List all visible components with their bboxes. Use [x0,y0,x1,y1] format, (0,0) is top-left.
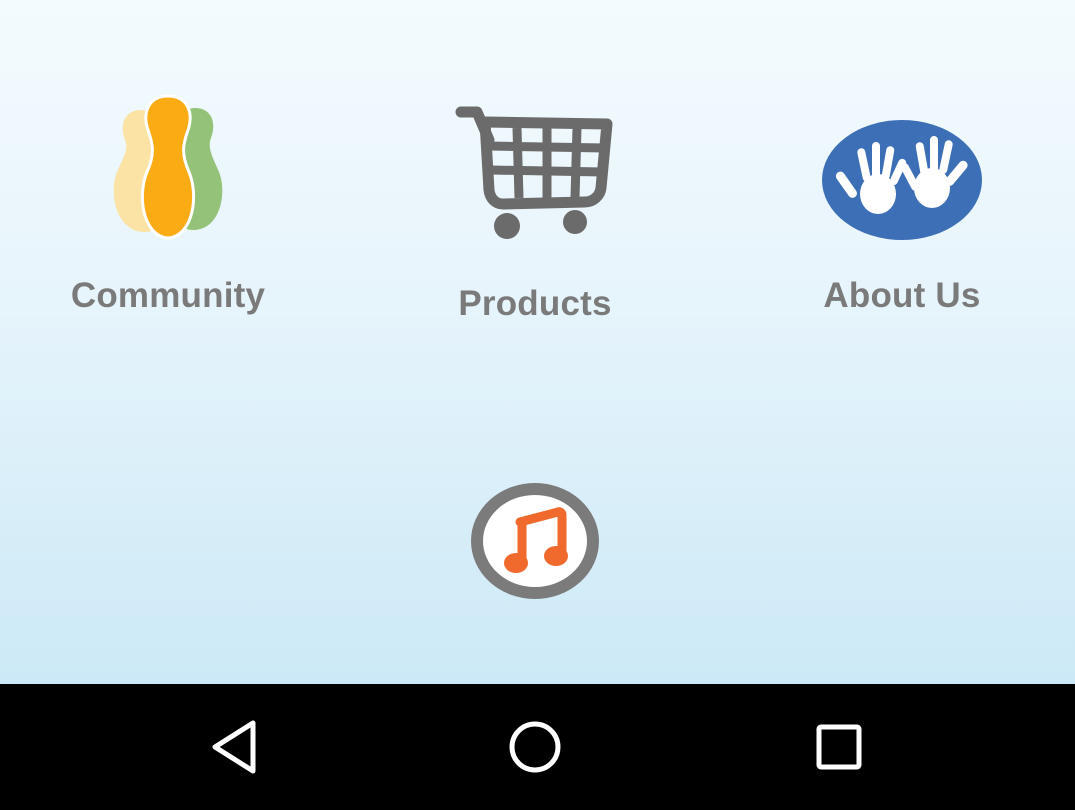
community-label: Community [70,276,266,315]
hands-icon [822,120,982,240]
people-icon [113,94,223,240]
about-us-button[interactable]: About Us [752,118,1052,316]
back-button[interactable] [197,709,273,785]
community-button[interactable]: Community [18,92,318,316]
home-button[interactable] [497,709,573,785]
products-button[interactable]: Products [385,100,685,324]
app-screen: Community Products About Us [0,0,1075,810]
music-button[interactable] [385,482,685,602]
shopping-cart-icon [455,106,613,239]
recents-button[interactable] [801,709,877,785]
home-circle-icon [509,721,561,773]
about-us-label: About Us [823,276,981,315]
products-label: Products [458,284,612,323]
music-note-icon [471,483,599,599]
recents-square-icon [816,724,862,770]
back-triangle-icon [212,720,256,774]
navigation-bar [0,684,1075,810]
home-menu: Community Products About Us [0,0,1075,684]
